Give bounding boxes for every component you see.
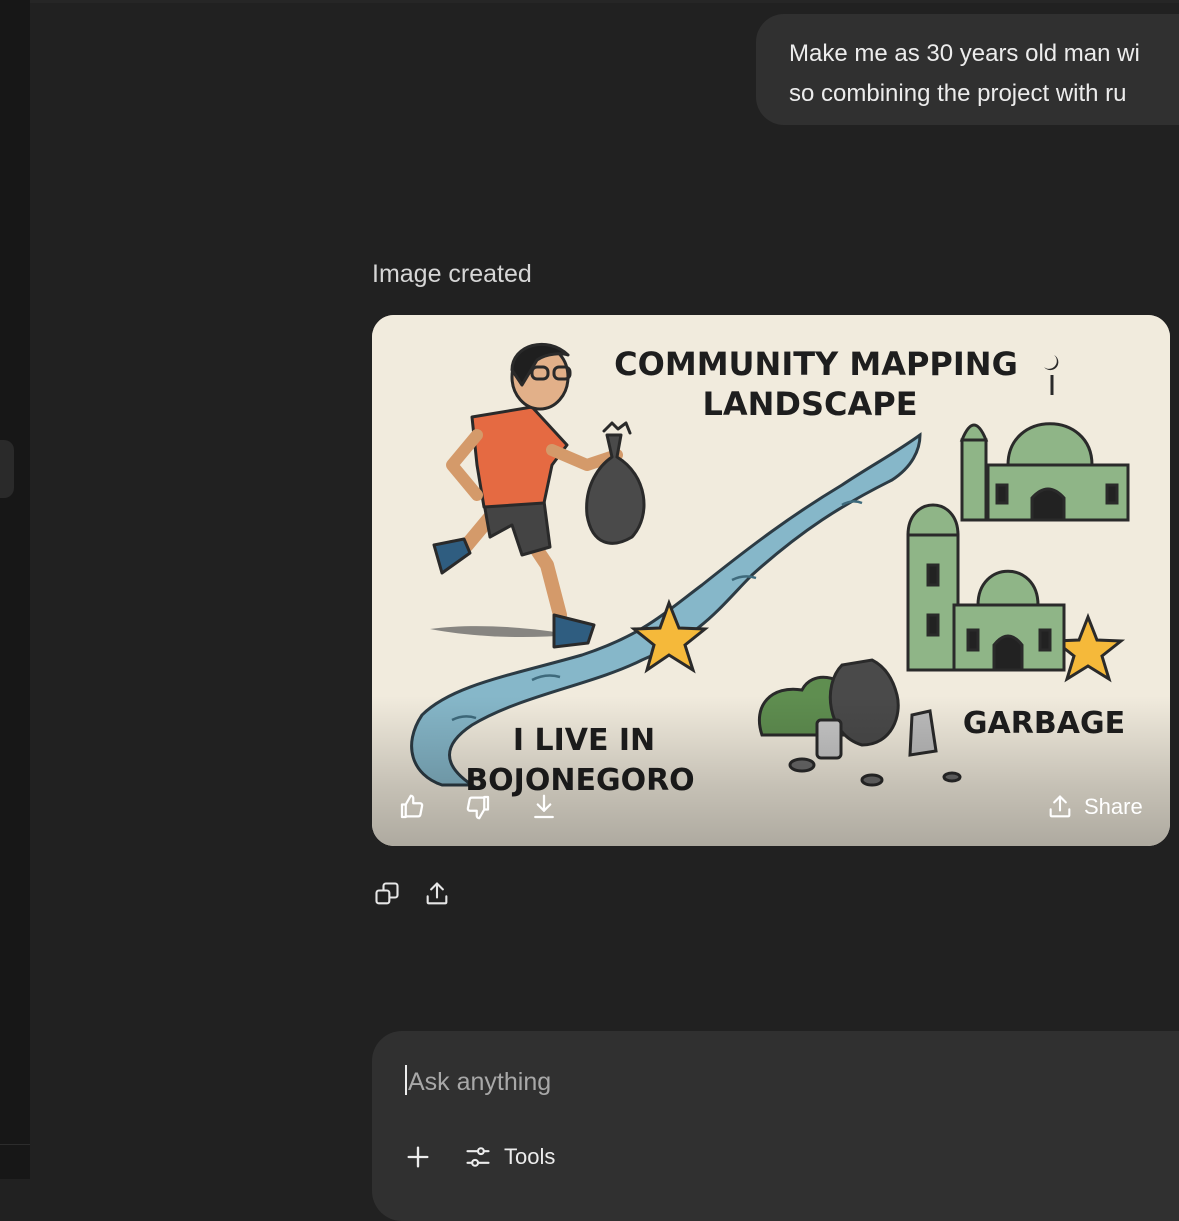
generated-image[interactable]: COMMUNITY MAPPING LANDSCAPE I LIVE IN BO… [372, 315, 1170, 846]
like-image-button[interactable] [392, 787, 432, 827]
share-label: Share [1084, 794, 1143, 819]
share-image-button[interactable]: Share [1046, 787, 1143, 827]
thumbs-up-icon [400, 794, 424, 819]
image-title-line-1: COMMUNITY MAPPING [614, 345, 1018, 383]
thumbs-down-icon [466, 795, 490, 820]
dislike-image-button[interactable] [458, 787, 498, 827]
download-image-button[interactable] [524, 787, 564, 827]
add-attachment-button[interactable] [402, 1141, 434, 1173]
image-caption-line-2: BOJONEGORO [465, 763, 694, 798]
tools-label: Tools [504, 1144, 556, 1169]
share-response-button[interactable] [419, 876, 455, 912]
plus-icon [407, 1146, 429, 1168]
copy-button[interactable] [369, 876, 405, 912]
image-label-garbage: GARBAGE [963, 706, 1125, 741]
composer: Tools [372, 1031, 1179, 1221]
header-divider [30, 0, 1179, 3]
tools-button[interactable]: Tools [464, 1141, 555, 1173]
download-icon [534, 794, 554, 819]
copy-icon [375, 882, 399, 905]
user-message-line-2: so combining the project with ru [789, 80, 1127, 107]
image-created-status: Image created [372, 260, 532, 288]
sidebar-toggle[interactable] [0, 440, 14, 498]
sidebar [0, 0, 30, 1179]
share-icon [426, 882, 448, 905]
share-icon [1049, 795, 1071, 818]
prompt-input[interactable] [406, 1061, 1170, 1103]
user-message-line-1: Make me as 30 years old man wi [789, 40, 1140, 67]
user-message-bubble: Make me as 30 years old man wi so combin… [756, 14, 1179, 125]
generated-image-illustration: COMMUNITY MAPPING LANDSCAPE I LIVE IN BO… [372, 315, 1170, 846]
sidebar-divider [0, 1144, 30, 1145]
image-caption-line-1: I LIVE IN [513, 723, 655, 758]
image-title-line-2: LANDSCAPE [702, 385, 917, 423]
sliders-icon [466, 1147, 490, 1167]
